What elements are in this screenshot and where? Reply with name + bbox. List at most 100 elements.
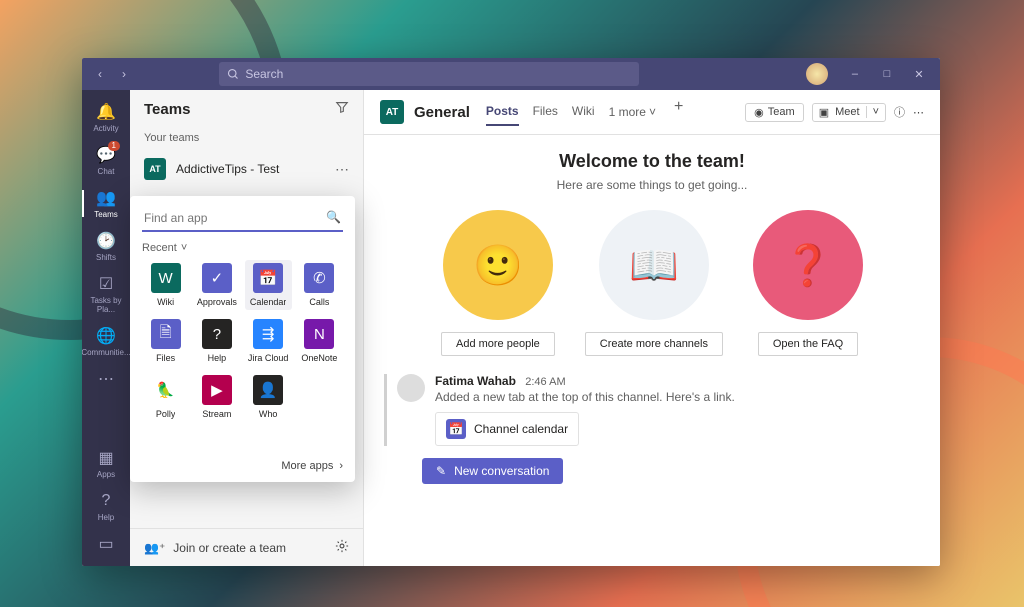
- app-files[interactable]: 🗎Files: [142, 316, 189, 366]
- manage-teams-button[interactable]: [335, 539, 349, 556]
- nav-back-button[interactable]: ‹: [88, 62, 112, 86]
- welcome-graphic-channels: 📖: [599, 210, 709, 320]
- open-faq-button[interactable]: Open the FAQ: [758, 332, 858, 356]
- app-icon: ?: [202, 319, 232, 349]
- welcome-block: Welcome to the team! Here are some thing…: [384, 151, 920, 192]
- rail-label: Apps: [97, 470, 115, 479]
- tab-more-label: 1 more: [609, 105, 646, 119]
- search-icon: 🔍: [326, 210, 341, 224]
- team-avatar: AT: [144, 158, 166, 180]
- app-polly[interactable]: 🦜Polly: [142, 372, 189, 422]
- rail-help[interactable]: ? Help: [82, 485, 130, 528]
- team-row[interactable]: AT AddictiveTips - Test ⋯: [130, 152, 363, 186]
- more-apps-label: More apps: [281, 460, 333, 472]
- panel-title: Teams: [144, 101, 190, 118]
- channel-avatar: AT: [380, 100, 404, 124]
- rail-tasks[interactable]: ☑ Tasks by Pla...: [82, 268, 130, 320]
- app-onenote[interactable]: NOneNote: [296, 316, 343, 366]
- rail-label: Help: [98, 513, 114, 522]
- app-label: Who: [259, 409, 278, 419]
- rail-label: Communitie...: [82, 348, 131, 357]
- titlebar: ‹ › Search – □ ✕: [82, 58, 940, 90]
- rail-teams[interactable]: 👥 Teams: [82, 182, 130, 225]
- team-visibility-pill[interactable]: ◉Team: [745, 103, 804, 122]
- app-icon: 👤: [253, 375, 283, 405]
- tab-posts[interactable]: Posts: [486, 98, 519, 126]
- more-apps-button[interactable]: More apps ›: [142, 452, 343, 472]
- post-item: Fatima Wahab 2:46 AM Added a new tab at …: [384, 374, 920, 446]
- close-button[interactable]: ✕: [904, 62, 934, 86]
- app-icon: W: [151, 263, 181, 293]
- user-avatar[interactable]: [806, 63, 828, 85]
- chevron-right-icon: ›: [339, 460, 343, 472]
- app-icon: ✓: [202, 263, 232, 293]
- search-input[interactable]: Search: [219, 62, 639, 86]
- recent-section[interactable]: Recent˅: [142, 242, 343, 254]
- recent-label: Recent: [142, 242, 177, 254]
- app-grid: W Wiki ✓ Approvals 📅Calendar✆Calls 🗎Files? Hel…: [142, 260, 343, 422]
- attachment-label: Channel calendar: [474, 422, 568, 436]
- welcome-graphic-faq: ❓: [753, 210, 863, 320]
- minimize-button[interactable]: –: [840, 62, 870, 86]
- meet-chevron[interactable]: ˅: [866, 106, 879, 118]
- rail-communities[interactable]: 🌐 Communitie...: [82, 320, 130, 363]
- app-approvals[interactable]: ✓ Approvals: [193, 260, 240, 310]
- funnel-icon: [335, 100, 349, 114]
- app-calendar[interactable]: 📅Calendar: [245, 260, 292, 310]
- rail-apps[interactable]: ▦ Apps: [82, 442, 130, 485]
- app-label: Wiki: [157, 297, 174, 307]
- create-channels-button[interactable]: Create more channels: [585, 332, 723, 356]
- communities-icon: 🌐: [96, 326, 116, 346]
- tab-wiki[interactable]: Wiki: [572, 98, 595, 126]
- app-label: Jira Cloud: [248, 353, 289, 363]
- channel-more-button[interactable]: ⋯: [913, 106, 924, 119]
- add-people-button[interactable]: Add more people: [441, 332, 555, 356]
- rail-activity[interactable]: 🔔 Activity: [82, 96, 130, 139]
- post-attachment[interactable]: 📅 Channel calendar: [435, 412, 579, 446]
- app-who[interactable]: 👤 Who: [245, 372, 292, 422]
- gear-icon: [335, 539, 349, 553]
- ellipsis-icon: ⋯: [96, 369, 116, 389]
- app-help[interactable]: ? Help: [193, 316, 240, 366]
- app-rail: 🔔 Activity 1 💬 Chat 👥 Teams 🕑 Shifts ☑ T…: [82, 90, 130, 566]
- app-label: Approvals: [197, 297, 237, 307]
- find-app-input[interactable]: [142, 206, 343, 232]
- meet-label: Meet: [835, 106, 859, 118]
- app-picker-popup: 🔍 Recent˅ W Wiki ✓ Approvals 📅Calendar✆Calls…: [130, 196, 355, 482]
- post-text: Added a new tab at the top of this chann…: [435, 390, 735, 404]
- team-name: AddictiveTips - Test: [176, 162, 279, 176]
- rail-device[interactable]: ▭: [82, 528, 130, 560]
- rail-chat[interactable]: 1 💬 Chat: [82, 139, 130, 182]
- new-conversation-button[interactable]: ✎ New conversation: [422, 458, 563, 484]
- maximize-button[interactable]: □: [872, 62, 902, 86]
- app-jira-cloud[interactable]: ⇶Jira Cloud: [245, 316, 292, 366]
- tab-more[interactable]: 1 more ˅: [609, 98, 656, 126]
- tab-files[interactable]: Files: [533, 98, 558, 126]
- search-placeholder: Search: [245, 67, 283, 81]
- nav-forward-button[interactable]: ›: [112, 62, 136, 86]
- rail-more[interactable]: ⋯: [82, 363, 130, 395]
- app-icon: 📅: [253, 263, 283, 293]
- team-pill-label: Team: [768, 106, 795, 118]
- app-wiki[interactable]: W Wiki: [142, 260, 189, 310]
- app-icon: N: [304, 319, 334, 349]
- add-tab-button[interactable]: +: [670, 98, 687, 126]
- join-team-button[interactable]: Join or create a team: [173, 541, 286, 555]
- app-label: Files: [156, 353, 175, 363]
- app-label: Help: [208, 353, 227, 363]
- search-icon: [227, 68, 239, 80]
- app-calls[interactable]: ✆Calls: [296, 260, 343, 310]
- filter-button[interactable]: [335, 100, 349, 118]
- team-more-button[interactable]: ⋯: [335, 161, 349, 178]
- bell-icon: 🔔: [96, 102, 116, 122]
- app-stream[interactable]: ▶Stream: [193, 372, 240, 422]
- tasks-icon: ☑: [96, 274, 116, 294]
- meet-button[interactable]: ▣ Meet ˅: [812, 103, 886, 122]
- video-icon: ▣: [819, 106, 829, 119]
- app-icon: ▶: [202, 375, 232, 405]
- info-button[interactable]: ⓘ: [894, 104, 905, 120]
- post-time: 2:46 AM: [525, 376, 565, 388]
- new-conversation-label: New conversation: [454, 464, 549, 478]
- rail-shifts[interactable]: 🕑 Shifts: [82, 225, 130, 268]
- rail-label: Chat: [98, 167, 115, 176]
